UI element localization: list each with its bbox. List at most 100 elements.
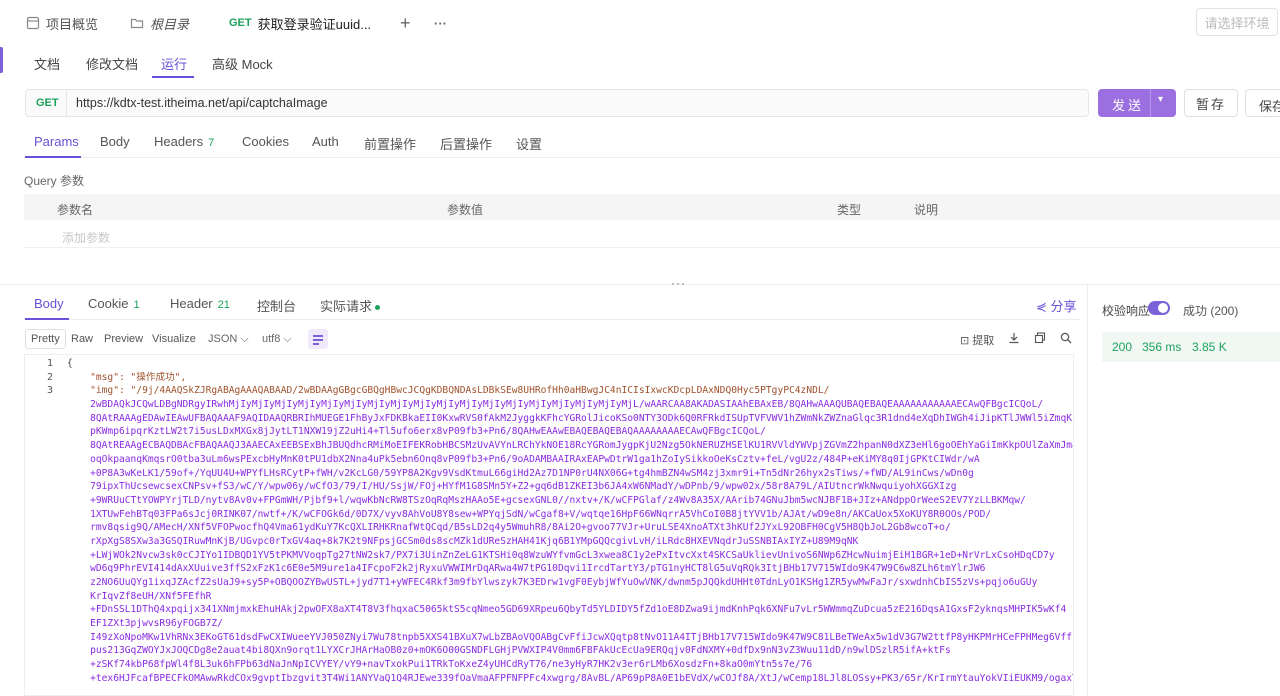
- add-param-input[interactable]: 添加参数: [62, 229, 110, 246]
- tab-underline: [152, 76, 194, 78]
- save-button[interactable]: 保存: [1245, 89, 1280, 117]
- col-type: 类型: [837, 203, 862, 217]
- tab-root-folder[interactable]: 根目录: [130, 0, 189, 46]
- extract-button[interactable]: ⊡ 提取: [960, 332, 994, 348]
- line-number: 1: [46, 358, 53, 369]
- tab-response-header[interactable]: Header 21: [170, 296, 230, 311]
- format-select[interactable]: JSON ⌵: [208, 333, 249, 346]
- code-line: I49zXoNpoMKw1VhRNx3EKoGT61dsdFwCXIWueeYV…: [67, 631, 1073, 643]
- divider: [1150, 89, 1151, 117]
- panel-splitter[interactable]: [0, 284, 1280, 285]
- response-code-viewer[interactable]: 1 2 3 { "msg": "操作成功", "img": "/9j/4AAQS…: [24, 354, 1074, 696]
- header-count: 21: [217, 299, 230, 311]
- status-code: 200: [1112, 340, 1133, 354]
- tab-settings[interactable]: 设置: [516, 134, 542, 153]
- tab-advanced-mock[interactable]: 高级 Mock: [212, 54, 273, 73]
- environment-select[interactable]: 请选择环境: [1196, 8, 1278, 36]
- view-preview[interactable]: Preview: [104, 333, 143, 345]
- more-tabs-button[interactable]: ···: [434, 0, 447, 46]
- tab-console[interactable]: 控制台: [257, 296, 296, 315]
- grid-icon: [26, 16, 40, 30]
- search-icon[interactable]: [1060, 332, 1072, 344]
- col-desc: 说明: [914, 203, 939, 217]
- url-bar: GET https://kdtx-test.itheima.net/api/ca…: [25, 89, 1089, 117]
- chevron-down-icon: ⌵: [240, 333, 249, 345]
- view-pretty[interactable]: Pretty: [25, 329, 66, 349]
- tab-auth[interactable]: Auth: [312, 134, 339, 149]
- status-dot: [375, 305, 381, 311]
- share-button[interactable]: ⋞ 分享: [1036, 296, 1077, 315]
- tab-response-cookie[interactable]: Cookie 1: [88, 296, 140, 311]
- send-button[interactable]: 发送 ▾: [1098, 89, 1176, 117]
- tab-cookies[interactable]: Cookies: [242, 134, 289, 149]
- tab-headers[interactable]: Headers 7: [154, 134, 214, 149]
- code-line: "msg": "操作成功",: [67, 371, 187, 383]
- tab-body[interactable]: Body: [100, 134, 130, 149]
- code-line: 1XTUwFehBTq03FPa6sJcj0RINK07/nwtf+/K/wCF…: [67, 508, 992, 520]
- download-icon[interactable]: [1008, 332, 1020, 344]
- code-line: EF1ZXt3pjwvsR96yFOGB7Z/: [67, 618, 223, 630]
- code-line: KrIqvZf8eUH/XNf5FEfhR: [67, 590, 212, 602]
- code-line: +zSKf74kbP68fpWl4f8L3uk6hFPb63dNaJnNpICV…: [67, 659, 813, 671]
- code-line: wD6q9PhrEVI414dAxXUuive3ffS2xFzK1c6E0e5M…: [67, 563, 986, 575]
- share-label: 分享: [1050, 299, 1077, 314]
- code-line: pKWmp6ipqrKztLW2t7i5usLDxMXGx8jJytLT1NXW…: [67, 426, 766, 438]
- code-line: z2NO6UuQYg1ixqJZAcfZ2sUaJ9+sy5P+OBQOOZYB…: [67, 577, 1038, 588]
- tab-params[interactable]: Params: [34, 134, 79, 149]
- code-line: 8QAtRAAAgEDAwIEAwUFBAQAAAF9AQIDAAQRBRIhM…: [67, 412, 1074, 424]
- verify-toggle[interactable]: [1148, 301, 1170, 315]
- headers-count: 7: [208, 137, 215, 149]
- cookie-count: 1: [133, 299, 140, 311]
- tab-run[interactable]: 运行: [161, 54, 187, 73]
- copy-icon[interactable]: [1034, 332, 1046, 344]
- verify-status[interactable]: 成功 (200): [1183, 302, 1238, 319]
- code-line: "img": "/9j/4AAQSkZJRgABAgAAAQABAAD/2wBD…: [67, 385, 830, 397]
- tab-actual-request[interactable]: 实际请求: [320, 296, 381, 315]
- line-number: 2: [46, 372, 53, 383]
- method-badge: GET: [229, 17, 252, 29]
- query-params-table: 参数名 参数值 类型 说明 添加参数: [24, 194, 1280, 250]
- tab-doc[interactable]: 文档: [34, 54, 60, 73]
- divider: [24, 157, 1280, 158]
- format-value: JSON: [208, 333, 238, 345]
- tab-edit-doc[interactable]: 修改文档: [86, 54, 138, 73]
- response-time: 356 ms: [1142, 340, 1182, 354]
- tab-post-processors[interactable]: 后置操作: [440, 134, 492, 153]
- tab-label: 根目录: [150, 16, 190, 32]
- view-visualize[interactable]: Visualize: [152, 333, 196, 345]
- table-header: 参数名 参数值 类型 说明: [24, 194, 1280, 220]
- code-line: rXpXgS8SXw3a3GSQIRuwMnKjB/UGvpc0rTxGV4aq…: [67, 535, 859, 547]
- code-line: {: [67, 358, 73, 369]
- chevron-down-icon[interactable]: ▾: [1158, 94, 1163, 105]
- col-name: 参数名: [57, 203, 94, 217]
- url-input[interactable]: https://kdtx-test.itheima.net/api/captch…: [76, 96, 328, 110]
- line-number: 3: [46, 385, 53, 396]
- view-raw[interactable]: Raw: [71, 333, 93, 345]
- tab-label: 项目概览: [46, 16, 99, 32]
- code-line: +9WRUuCTtYOWPYrjTLD/nytv8Av0v+FPGmWH/Pjb…: [67, 494, 1026, 506]
- tab-underline: [25, 156, 81, 158]
- code-line: +tex6HJFcafBPECFkOMAwwRkdCOx9gvptIbzgvit…: [67, 672, 1074, 684]
- code-line: +FDnSSL1DThQ4xpqijx341XNmjmxkEhuHAkj2pwO…: [67, 604, 1067, 616]
- tab-pre-processors[interactable]: 前置操作: [364, 134, 416, 153]
- tab-label: 获取登录验证uuid...: [257, 16, 372, 32]
- response-size: 3.85 K: [1192, 340, 1227, 354]
- tab-project-overview[interactable]: 项目概览: [26, 0, 98, 46]
- tab-label: Header: [170, 296, 213, 311]
- query-params-label: Query 参数: [24, 174, 85, 188]
- code-line: 79ipxThUcsewcsexCNPsv+fS3/wC/Y/wpw06y/wC…: [67, 481, 957, 493]
- method-select[interactable]: GET: [36, 97, 59, 109]
- wrap-lines-icon[interactable]: [308, 329, 328, 349]
- drag-handle-icon[interactable]: ···: [671, 276, 686, 290]
- stash-button[interactable]: 暂存: [1184, 89, 1238, 117]
- extract-label: 提取: [972, 335, 995, 347]
- send-label: 发送: [1112, 98, 1145, 113]
- tab-request-captcha[interactable]: GET 获取登录验证uuid...: [222, 0, 372, 46]
- table-row: 添加参数: [24, 222, 1280, 248]
- encoding-select[interactable]: utf8 ⌵: [262, 333, 292, 346]
- tab-response-body[interactable]: Body: [34, 296, 64, 311]
- code-line: 8QAtREAAgECBAQDBAcFBAQAAQJ3AAECAxEEBSExB…: [67, 440, 1074, 452]
- tab-label: Headers: [154, 134, 204, 149]
- folder-icon: [130, 16, 144, 30]
- add-tab-button[interactable]: +: [400, 0, 411, 46]
